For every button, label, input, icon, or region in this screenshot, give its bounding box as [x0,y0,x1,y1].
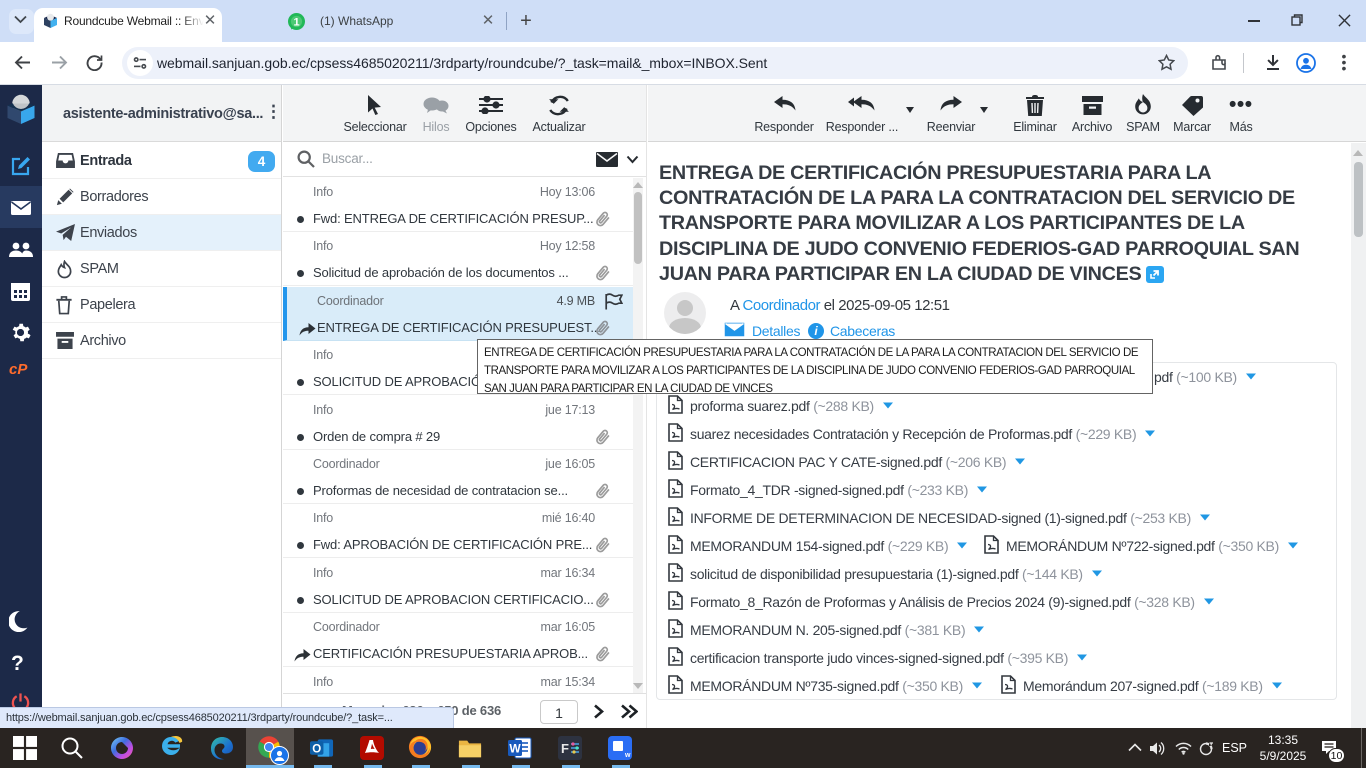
svg-text:w: w [624,752,631,759]
svg-text:1: 1 [293,16,299,28]
svg-text:W: W [509,742,521,756]
svg-text:O: O [312,743,321,755]
svg-text:F: F [561,741,569,756]
